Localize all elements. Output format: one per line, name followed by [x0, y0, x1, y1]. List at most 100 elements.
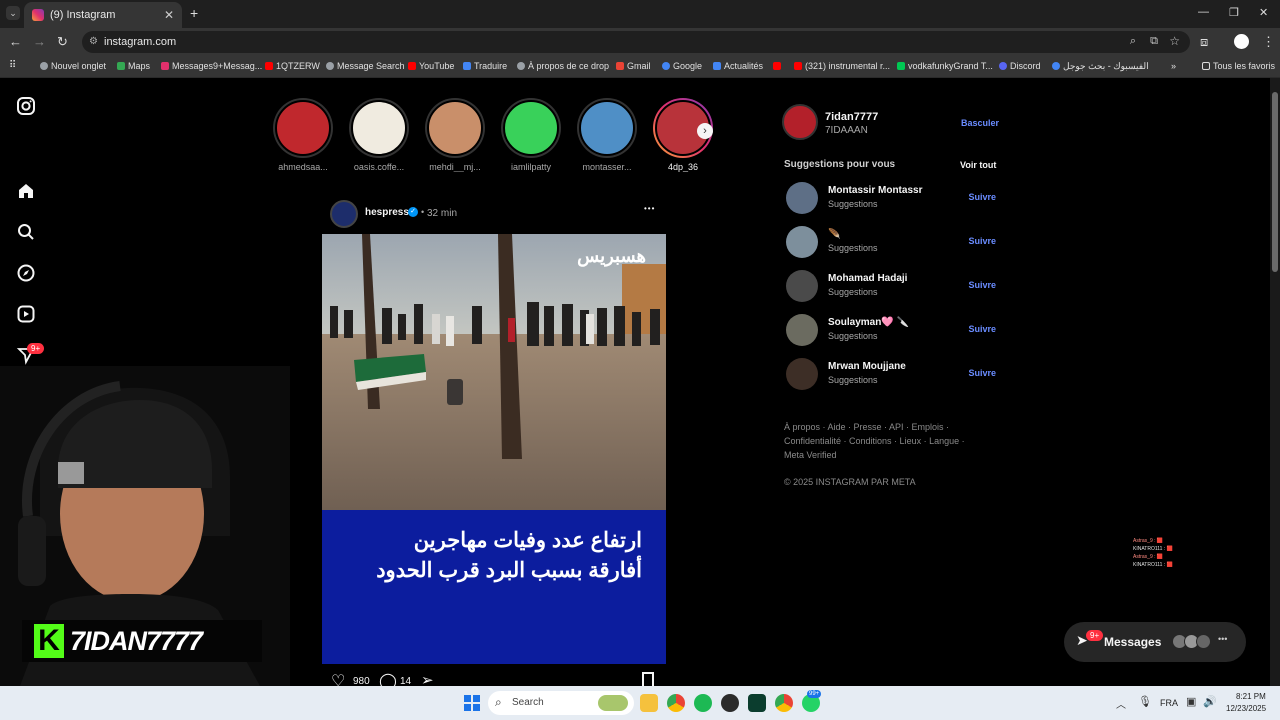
suggestion-avatar[interactable]	[786, 226, 818, 258]
switch-account-link[interactable]: Basculer	[961, 118, 999, 128]
forward-arrow-icon[interactable]: →	[33, 34, 46, 49]
profile-avatar-icon[interactable]	[1234, 34, 1249, 49]
follow-button[interactable]: Suivre	[968, 368, 996, 378]
comment-icon[interactable]: ◯	[379, 671, 397, 686]
follow-button[interactable]: Suivre	[968, 192, 996, 202]
more-bookmarks-icon[interactable]: »	[1171, 61, 1176, 71]
clock-time[interactable]: 8:21 PM	[1236, 692, 1266, 701]
file-explorer-icon[interactable]	[640, 694, 658, 712]
all-bookmarks-folder[interactable]: Tous les favoris	[1202, 61, 1275, 71]
tray-chevron-icon[interactable]: ︿	[1116, 696, 1126, 711]
post-image[interactable]: هسبريس ارتفاع عدد وفيات مهاجرين أفارقة ب…	[322, 234, 666, 664]
bookmark-item[interactable]: Nouvel onglet	[40, 61, 106, 71]
story-item[interactable]: oasis.coffe...	[346, 98, 412, 172]
back-arrow-icon[interactable]: ←	[9, 34, 22, 49]
share-send-icon[interactable]: ➢	[421, 671, 434, 686]
bookmark-item[interactable]: Google	[662, 61, 702, 71]
story-item[interactable]: montasser...	[574, 98, 640, 172]
instagram-icon	[161, 62, 169, 70]
tab-close-icon[interactable]: ✕	[164, 8, 174, 22]
current-account-avatar[interactable]	[782, 104, 818, 140]
see-all-link[interactable]: Voir tout	[960, 160, 996, 170]
bookmark-item[interactable]: À propos de ce drop	[517, 61, 609, 71]
bookmark-item[interactable]: (321) instrumental r...	[794, 61, 890, 71]
page-scrollbar[interactable]	[1270, 78, 1280, 686]
follow-button[interactable]: Suivre	[968, 236, 996, 246]
bookmark-item[interactable]	[773, 61, 784, 71]
follow-button[interactable]: Suivre	[968, 324, 996, 334]
restore-button[interactable]: ❐	[1229, 6, 1239, 19]
bookmark-item[interactable]: Maps	[117, 61, 150, 71]
story-item[interactable]: mehdi__mj...	[422, 98, 488, 172]
bookmark-item[interactable]: Gmail	[616, 61, 651, 71]
discord-icon	[999, 62, 1007, 70]
bookmark-item[interactable]: Discord	[999, 61, 1041, 71]
suggestion-avatar[interactable]	[786, 182, 818, 214]
follow-button[interactable]: Suivre	[968, 280, 996, 290]
taskbar-search-box[interactable]: ⌕ Search	[488, 691, 634, 715]
bookmark-item[interactable]: Traduire	[463, 61, 507, 71]
url-field[interactable]: ⚙ instagram.com ⌕ ⧉ ☆	[82, 31, 1190, 53]
suggestion-name[interactable]: Mohamad Hadaji	[828, 273, 907, 284]
suggestion-avatar[interactable]	[786, 358, 818, 390]
app-icon[interactable]	[748, 694, 766, 712]
search-icon[interactable]	[16, 222, 36, 242]
minimize-button[interactable]: —	[1198, 6, 1209, 18]
streamer-name: 7IDAN7777	[70, 626, 203, 656]
suggestion-name[interactable]: Mrwan Moujjane	[828, 361, 906, 372]
bookmark-item[interactable]: Message Search	[326, 61, 405, 71]
extensions-icon[interactable]: ⧈	[1200, 34, 1208, 50]
like-heart-icon[interactable]: ♡	[331, 671, 345, 686]
reels-icon[interactable]	[16, 304, 36, 324]
menu-kebab-icon[interactable]: ⋮	[1262, 34, 1275, 50]
obs-icon[interactable]	[721, 694, 739, 712]
post-more-icon[interactable]: •••	[644, 204, 655, 213]
bookmark-item[interactable]: الفيسبوك - بحث جوجل	[1052, 61, 1149, 72]
messages-floating-button[interactable]: ➤ 9+ Messages •••	[1064, 622, 1246, 662]
suggestion-name[interactable]: Soulayman🩷 🔪	[828, 317, 909, 328]
explore-compass-icon[interactable]	[16, 263, 36, 283]
bookmark-item[interactable]: 1QTZERW	[265, 61, 320, 71]
bookmark-item[interactable]: Actualités	[713, 61, 763, 71]
headline-line-1: ارتفاع عدد وفيات مهاجرين	[413, 529, 642, 552]
scrollbar-thumb[interactable]	[1272, 92, 1278, 272]
microphone-icon[interactable]: 🎙	[1138, 695, 1152, 708]
home-icon[interactable]	[16, 181, 36, 201]
close-window-button[interactable]: ✕	[1259, 6, 1268, 19]
suggestion-avatar[interactable]	[786, 270, 818, 302]
current-account-display-name: 7IDAAAN	[825, 125, 868, 136]
bookmark-item[interactable]: vodkafunkyGrand T...	[897, 61, 993, 71]
language-indicator[interactable]: FRA	[1160, 698, 1178, 708]
reload-icon[interactable]: ↻	[57, 34, 68, 50]
post-author-name[interactable]: hespress	[365, 207, 409, 218]
footer-links[interactable]: À propos · Aide · Presse · API · Emplois…	[784, 420, 974, 462]
bookmark-item[interactable]: YouTube	[408, 61, 454, 71]
spotify-icon[interactable]	[694, 694, 712, 712]
tab-instagram[interactable]: (9) Instagram ✕	[24, 2, 182, 28]
chrome-active-icon[interactable]	[775, 694, 793, 712]
suggestion-name[interactable]: Montassir Montassr	[828, 185, 922, 196]
site-info-icon[interactable]: ⚙	[89, 36, 98, 47]
bookmark-item[interactable]: Messages9+Messag...	[161, 61, 262, 71]
post-author-avatar[interactable]	[330, 200, 358, 228]
current-account-username[interactable]: 7idan7777	[825, 111, 878, 123]
story-item[interactable]: ahmedsaa...	[270, 98, 336, 172]
instagram-logo-icon[interactable]	[16, 96, 36, 116]
suggestion-avatar[interactable]	[786, 314, 818, 346]
volume-icon[interactable]: 🔊	[1203, 695, 1217, 708]
clock-date[interactable]: 12/23/2025	[1226, 704, 1266, 713]
network-icon[interactable]: ▣	[1186, 695, 1196, 708]
windows-start-icon[interactable]	[464, 695, 480, 711]
save-bookmark-icon[interactable]	[642, 672, 654, 686]
zoom-icon[interactable]: ⌕	[1130, 35, 1136, 48]
stories-next-chevron-icon[interactable]: ›	[697, 123, 713, 139]
suggestion-name[interactable]: 🪶	[828, 229, 840, 240]
chrome-icon[interactable]	[667, 694, 685, 712]
install-app-icon[interactable]: ⧉	[1150, 35, 1158, 48]
bookmark-star-icon[interactable]: ☆	[1169, 34, 1180, 48]
tab-list-chevron-icon[interactable]: ⌄	[6, 6, 20, 20]
story-item[interactable]: iamlilpatty	[498, 98, 564, 172]
address-bar-row: ← → ↻ ⚙ instagram.com ⌕ ⧉ ☆ ⧈ ⋮	[0, 28, 1280, 56]
new-tab-button[interactable]: +	[190, 5, 198, 21]
apps-grid-icon[interactable]: ⠿	[9, 60, 16, 71]
